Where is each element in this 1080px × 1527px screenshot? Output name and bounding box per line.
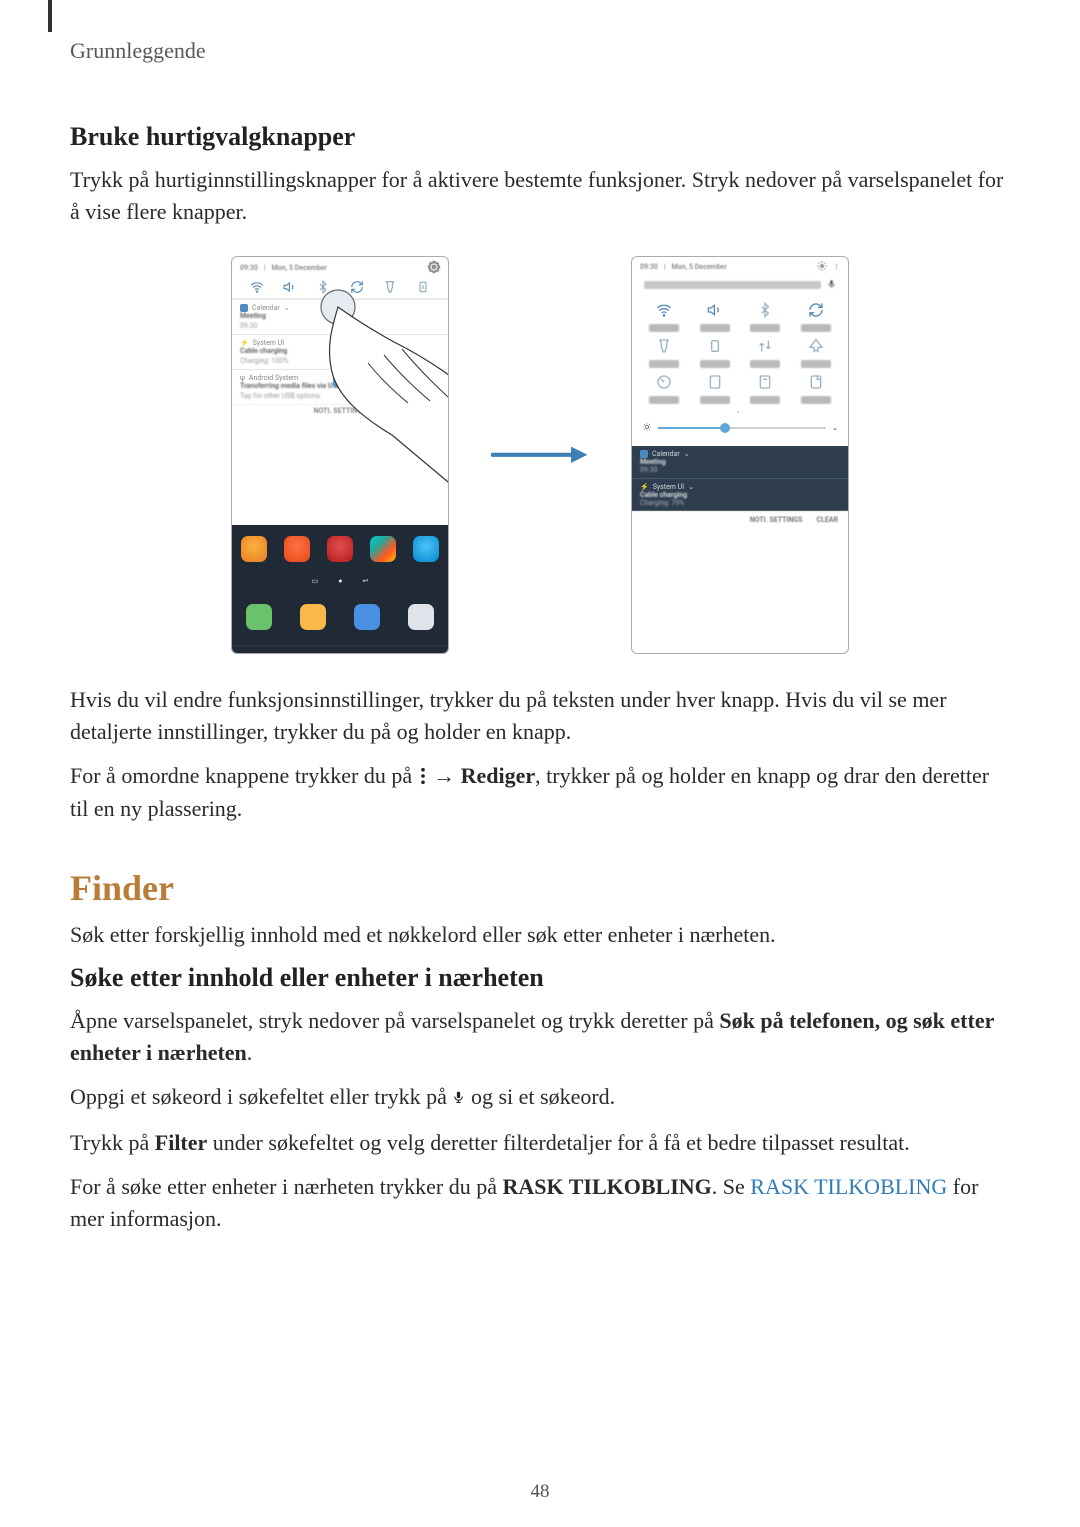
notif2-app: System UI bbox=[653, 483, 684, 491]
notif2-sub: Charging: 100% bbox=[240, 357, 440, 365]
finder-p1: Åpne varselspanelet, stryk nedover på va… bbox=[70, 1005, 1010, 1069]
notif2-app: System UI bbox=[253, 339, 284, 347]
notif3-title: Transferring media files via USB bbox=[240, 382, 440, 390]
apps-drawer-icon bbox=[408, 604, 434, 630]
power-saving-icon bbox=[416, 280, 430, 294]
notif1-time: 09:30 bbox=[640, 466, 840, 474]
status-date: Mon, 5 December bbox=[672, 263, 727, 271]
search-placeholder bbox=[644, 281, 821, 289]
notif1-title: Meeting bbox=[240, 312, 440, 320]
back-icon: ↩ bbox=[362, 577, 368, 585]
airplane-mode-icon bbox=[808, 348, 824, 356]
app-icon bbox=[327, 536, 353, 562]
para-change-settings: Hvis du vil endre funksjonsinnstillinger… bbox=[70, 684, 1010, 748]
section-body-quick-buttons: Trykk på hurtiginnstillingsknapper for å… bbox=[70, 164, 1010, 228]
more-icon bbox=[418, 762, 428, 794]
app-icon bbox=[241, 536, 267, 562]
notif1-title: Meeting bbox=[640, 458, 840, 466]
mic-icon bbox=[827, 278, 836, 292]
wifi-icon bbox=[656, 312, 672, 320]
mobile-data-icon bbox=[757, 348, 773, 356]
wifi-icon bbox=[250, 280, 264, 294]
arrow-right-icon bbox=[491, 445, 589, 465]
finder-p3: Trykk på Filter under søkefeltet og velg… bbox=[70, 1127, 1010, 1159]
rask-tilkobling-link[interactable]: RASK TILKOBLING bbox=[750, 1174, 947, 1199]
section-heading-finder: Finder bbox=[70, 867, 1010, 909]
gear-icon bbox=[428, 261, 440, 275]
notif2-sub: Charging: 70% bbox=[640, 499, 840, 507]
app-icon bbox=[370, 536, 396, 562]
recent-apps-icon: ▭ bbox=[312, 577, 319, 585]
notif1-app: Calendar bbox=[252, 304, 280, 312]
sound-icon bbox=[707, 312, 723, 320]
bluetooth-icon bbox=[757, 312, 773, 320]
browser-app-icon bbox=[354, 604, 380, 630]
power-saving-icon bbox=[707, 348, 723, 356]
app-icon bbox=[413, 536, 439, 562]
phone-mockup-left: 09:30 | Mon, 5 December Cal bbox=[231, 256, 449, 654]
more-icon: ⋮ bbox=[833, 263, 840, 271]
notif3-sub: Tap for other USB options. bbox=[240, 392, 440, 400]
brightness-slider bbox=[658, 427, 826, 429]
status-time: 09:30 bbox=[640, 263, 658, 271]
app-icon bbox=[284, 536, 310, 562]
noti-settings-label: NOTI. SETTINGS bbox=[232, 404, 448, 417]
sub-heading-search-nearby: Søke etter innhold eller enheter i nærhe… bbox=[70, 963, 1010, 993]
notif3-app: Android System bbox=[249, 374, 298, 382]
notif2-title: Cable charging bbox=[240, 347, 440, 355]
flashlight-icon bbox=[656, 348, 672, 356]
phone-app-icon bbox=[246, 604, 272, 630]
running-header: Grunnleggende bbox=[70, 38, 1010, 64]
always-on-display-icon bbox=[757, 384, 773, 392]
status-time: 09:30 bbox=[240, 264, 258, 272]
performance-mode-icon bbox=[656, 384, 672, 392]
para-reorder-buttons: For å omordne knappene trykker du på → R… bbox=[70, 760, 1010, 826]
rotate-icon bbox=[350, 280, 364, 294]
noti-settings-label: NOTI. SETTINGS bbox=[750, 516, 803, 524]
finder-intro: Søk etter forskjellig innhold med et nøk… bbox=[70, 919, 1010, 951]
rotate-icon bbox=[808, 312, 824, 320]
finder-p2: Oppgi et søkeord i søkefeltet eller tryk… bbox=[70, 1081, 1010, 1115]
section-heading-quick-buttons: Bruke hurtigvalgknapper bbox=[70, 122, 1010, 152]
chevron-down-icon: ⌄ bbox=[832, 424, 838, 432]
status-date: Mon, 5 December bbox=[272, 264, 327, 272]
finder-p4: For å søke etter enheter i nærheten tryk… bbox=[70, 1171, 1010, 1235]
messages-app-icon bbox=[300, 604, 326, 630]
page-number: 48 bbox=[0, 1481, 1080, 1503]
mic-icon bbox=[452, 1083, 465, 1115]
notif1-time: 09:30 bbox=[240, 322, 440, 330]
private-mode-icon bbox=[808, 384, 824, 392]
brightness-icon bbox=[642, 422, 652, 434]
phone-mockup-right: 09:30 | Mon, 5 December ⋮ bbox=[631, 256, 849, 654]
clear-label: CLEAR bbox=[817, 516, 839, 524]
flashlight-icon bbox=[383, 280, 397, 294]
notif2-title: Cable charging bbox=[640, 491, 840, 499]
home-icon: ● bbox=[338, 577, 342, 585]
figure-quick-settings: 09:30 | Mon, 5 December Cal bbox=[70, 256, 1010, 654]
page-indicator: • · bbox=[632, 408, 848, 420]
blue-light-icon bbox=[707, 384, 723, 392]
bluetooth-icon bbox=[316, 280, 330, 294]
sound-icon bbox=[283, 280, 297, 294]
notif1-app: Calendar bbox=[652, 450, 680, 458]
gear-icon bbox=[817, 261, 827, 273]
